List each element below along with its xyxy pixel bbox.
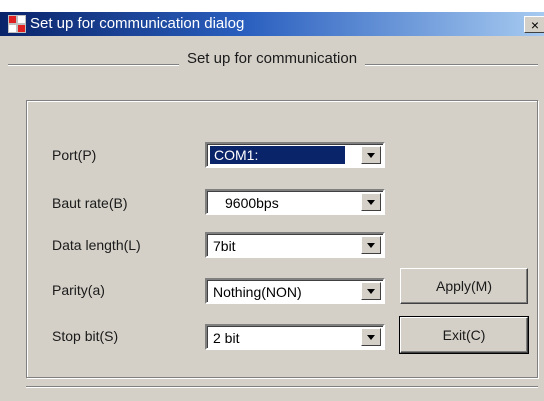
stop-bit-label: Stop bit(S): [52, 328, 119, 344]
dialog-window: Set up for communication dialog × Set up…: [0, 12, 544, 401]
apply-button[interactable]: Apply(M): [400, 268, 528, 304]
data-length-label: Data length(L): [52, 237, 141, 253]
app-icon: [8, 15, 26, 33]
close-button[interactable]: ×: [524, 16, 544, 33]
dialog-header: Set up for communication: [0, 50, 544, 67]
exit-button[interactable]: Exit(C): [399, 316, 529, 354]
port-value: COM1:: [210, 146, 345, 164]
data-length-select[interactable]: 7bit: [205, 232, 385, 258]
baud-rate-value: 9600bps: [225, 195, 279, 211]
dialog-header-text: Set up for communication: [178, 50, 366, 67]
stop-bit-select[interactable]: 2 bit: [205, 324, 385, 350]
stop-bit-value: 2 bit: [213, 330, 240, 346]
port-label: Port(P): [52, 147, 97, 163]
parity-select[interactable]: Nothing(NON): [205, 278, 385, 304]
baud-rate-label: Baut rate(B): [52, 195, 128, 211]
parity-value: Nothing(NON): [213, 284, 302, 300]
parity-label: Parity(a): [52, 282, 105, 298]
baud-rate-dropdown-button[interactable]: [361, 193, 381, 211]
title-bar[interactable]: Set up for communication dialog ×: [0, 12, 544, 36]
stop-bit-dropdown-button[interactable]: [361, 328, 381, 346]
port-dropdown-button[interactable]: [361, 146, 381, 164]
window-title: Set up for communication dialog: [30, 15, 245, 32]
baud-rate-select[interactable]: 9600bps: [205, 189, 385, 215]
footer-divider: [26, 386, 538, 388]
port-select[interactable]: COM1:: [205, 142, 385, 168]
data-length-value: 7bit: [213, 238, 236, 254]
parity-dropdown-button[interactable]: [361, 282, 381, 300]
data-length-dropdown-button[interactable]: [361, 236, 381, 254]
